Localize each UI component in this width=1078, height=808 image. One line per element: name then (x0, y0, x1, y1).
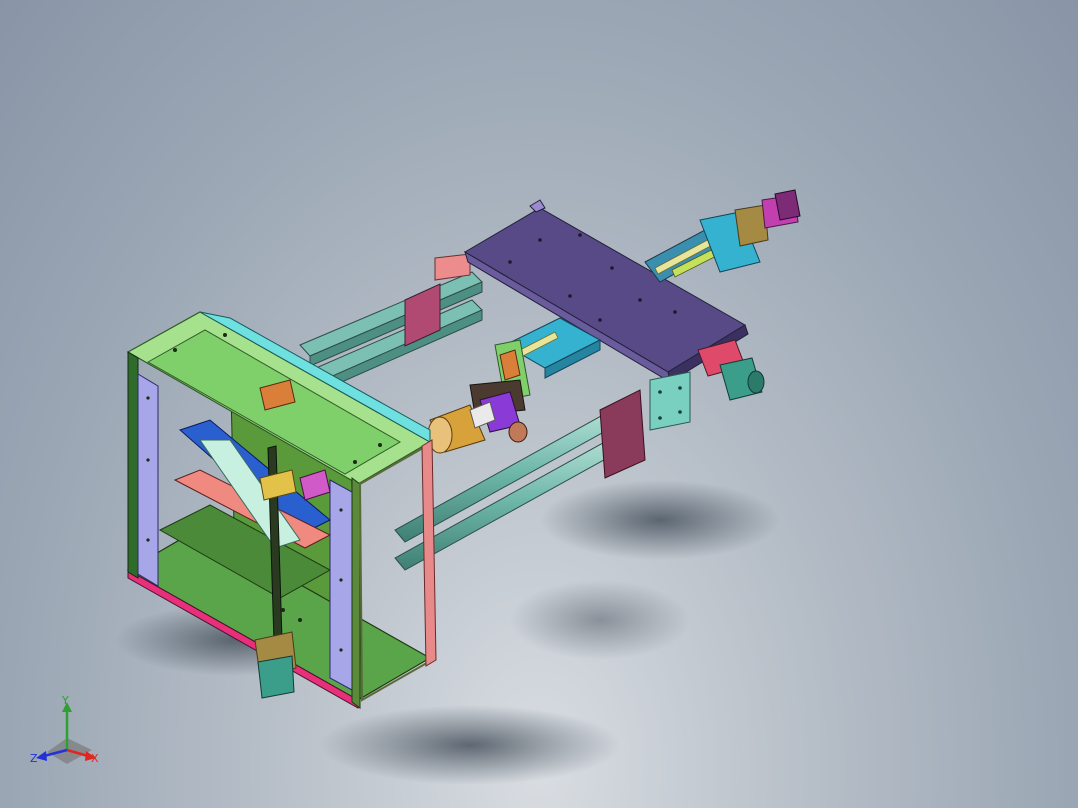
cad-viewport[interactable]: Y X Z (0, 0, 1078, 808)
z-axis-label: Z (30, 752, 38, 765)
x-axis-motor-lower (697, 339, 765, 401)
coordinate-triad-icon: Y X Z (30, 694, 99, 765)
x-axis-label: X (91, 752, 99, 765)
x-axis-linear-module (644, 189, 801, 283)
y-axis-label: Y (61, 694, 69, 707)
spindle-assembly (427, 379, 528, 454)
cad-model-view[interactable] (0, 0, 1078, 808)
